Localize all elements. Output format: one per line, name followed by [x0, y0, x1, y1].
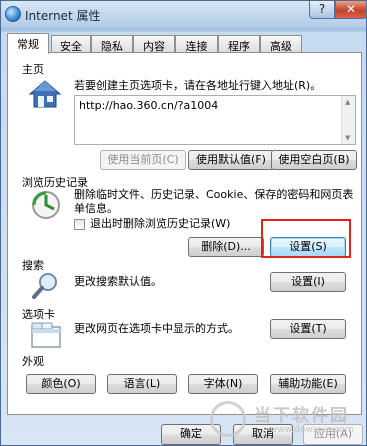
accessibility-button[interactable]: 辅助功能(E): [270, 374, 346, 394]
title-bar: Internet 属性 ? ✕: [1, 1, 367, 27]
use-current-button[interactable]: 使用当前页(C): [100, 150, 186, 170]
delete-on-exit-checkbox[interactable]: [74, 219, 85, 230]
tabs-settings-button[interactable]: 设置(T): [270, 319, 346, 339]
ie-globe-icon: [5, 6, 21, 22]
tabbed-window-icon: [31, 322, 61, 348]
use-default-button[interactable]: 使用默认值(F): [188, 150, 274, 170]
home-description: 若要创建主页选项卡，请在各地址行键入地址(R)。: [74, 79, 322, 92]
help-button[interactable]: ?: [309, 1, 335, 19]
history-clock-icon: [32, 191, 60, 219]
tab-connections[interactable]: 连接: [175, 35, 218, 53]
url-scrollbar[interactable]: ▲ ▼: [341, 96, 355, 144]
scroll-up-icon[interactable]: ▲: [345, 98, 350, 106]
home-page-url: http://hao.360.cn/?a1004: [79, 99, 219, 112]
watermark: 当下软件园 www.downxia.com: [210, 399, 360, 443]
tabs-description: 更改网页在选项卡中显示的方式。: [74, 322, 239, 335]
appearance-section-label: 外观: [22, 355, 44, 368]
fonts-button[interactable]: 字体(N): [188, 374, 258, 394]
tab-content[interactable]: 内容: [133, 35, 175, 53]
search-settings-button[interactable]: 设置(I): [270, 272, 346, 292]
highlight-box: [261, 219, 351, 258]
tab-security[interactable]: 安全: [51, 35, 91, 53]
search-description: 更改搜索默认值。: [74, 275, 162, 288]
tab-advanced[interactable]: 高级: [260, 35, 302, 53]
house-icon: [28, 80, 62, 108]
delete-on-exit-label: 退出时删除浏览历史记录(W): [90, 217, 231, 230]
scroll-down-icon[interactable]: ▼: [345, 134, 350, 142]
tabs-section-label: 选项卡: [22, 308, 55, 321]
delete-history-button[interactable]: 删除(D)...: [188, 237, 264, 257]
close-button[interactable]: ✕: [335, 1, 367, 19]
home-page-url-input[interactable]: http://hao.360.cn/?a1004 ▲ ▼: [74, 95, 356, 145]
colors-button[interactable]: 颜色(O): [26, 374, 96, 394]
history-description: 删除临时文件、历史记录、Cookie、保存的密码和网页表单信息。: [74, 188, 354, 215]
home-section-label: 主页: [22, 63, 44, 76]
window-title: Internet 属性: [25, 9, 101, 23]
internet-options-window: Internet 属性 ? ✕ 常规 安全 隐私 内容 连接 程序 高级 主页 …: [0, 0, 367, 446]
tab-programs[interactable]: 程序: [218, 35, 260, 53]
languages-button[interactable]: 语言(L): [107, 374, 177, 394]
tab-general[interactable]: 常规: [7, 33, 49, 54]
watermark-url: www.downxia.com: [270, 425, 354, 435]
watermark-text: 当下软件园: [254, 406, 349, 426]
tab-privacy[interactable]: 隐私: [91, 35, 133, 53]
use-blank-button[interactable]: 使用空白页(B): [271, 150, 357, 170]
magnifier-icon: [32, 273, 57, 299]
watermark-logo-icon: [210, 401, 246, 437]
